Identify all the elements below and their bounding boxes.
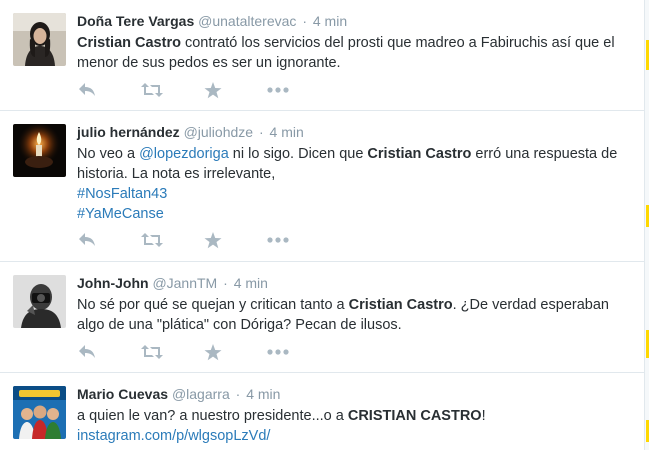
separator: · (235, 386, 241, 402)
text-fragment: ! (481, 408, 486, 424)
separator: · (302, 13, 307, 29)
author-name[interactable]: julio hernández (77, 124, 180, 140)
reply-button[interactable] (78, 231, 141, 249)
tweet-text: Cristian Castro contrató los servicios d… (77, 33, 627, 73)
more-icon (267, 87, 289, 93)
favorite-button[interactable] (204, 81, 267, 99)
tweet-header: julio hernández @juliohdze · 4 min (77, 123, 627, 141)
author-name[interactable]: John-John (77, 275, 149, 291)
mention-link[interactable]: @lopezdoriga (139, 146, 229, 162)
tweet-text: No veo a @lopezdoriga ni lo sigo. Dicen … (77, 144, 627, 224)
reply-button[interactable] (78, 81, 141, 99)
retweet-icon (141, 233, 163, 247)
tweet[interactable]: John-John @JannTM · 4 min No sé por qué … (0, 262, 645, 373)
favorite-icon (204, 81, 222, 98)
mention-bold: Cristian Castro (367, 146, 472, 162)
timestamp[interactable]: 4 min (234, 275, 268, 291)
mention-bold: CRISTIAN CASTRO (347, 408, 482, 424)
avatar[interactable] (13, 13, 66, 66)
mention-bold: Cristian Castro (348, 297, 453, 313)
author-username[interactable]: @juliohdze (184, 124, 253, 140)
text-fragment: No sé por qué se quejan y critican tanto… (77, 297, 349, 313)
external-link[interactable]: instagram.com/p/wlgsopLzVd/ (77, 426, 627, 446)
reply-icon (79, 233, 95, 246)
tweet-header: Doña Tere Vargas @unatalterevac · 4 min (77, 12, 627, 30)
hashtag-link[interactable]: #YaMeCanse (77, 204, 627, 224)
reply-button[interactable] (78, 343, 141, 361)
separator: · (258, 124, 264, 140)
favorite-button[interactable] (204, 343, 267, 361)
author-username[interactable]: @JannTM (152, 275, 217, 291)
timestamp[interactable]: 4 min (246, 386, 280, 402)
tweet-text: No sé por qué se quejan y critican tanto… (77, 295, 627, 335)
tweet[interactable]: julio hernández @juliohdze · 4 min No ve… (0, 111, 645, 262)
separator: · (223, 275, 228, 291)
hashtag-link[interactable]: #NosFaltan43 (77, 184, 627, 204)
tweet-actions (78, 81, 330, 99)
more-icon (267, 349, 289, 355)
avatar[interactable] (13, 386, 66, 439)
more-icon (267, 237, 289, 243)
author-name[interactable]: Mario Cuevas (77, 386, 168, 402)
tweet-text: a quien le van? a nuestro presidente...o… (77, 406, 627, 446)
tweet-header: Mario Cuevas @lagarra · 4 min (77, 385, 627, 403)
author-username[interactable]: @lagarra (172, 386, 230, 402)
retweet-button[interactable] (141, 81, 204, 99)
more-button[interactable] (267, 231, 330, 249)
timeline: Doña Tere Vargas @unatalterevac · 4 min … (0, 0, 645, 450)
retweet-button[interactable] (141, 231, 204, 249)
timestamp[interactable]: 4 min (313, 13, 347, 29)
tweet[interactable]: Doña Tere Vargas @unatalterevac · 4 min … (0, 0, 645, 111)
retweet-icon (141, 345, 163, 359)
more-button[interactable] (267, 343, 330, 361)
text-fragment: a quien le van? a nuestro presidente...o… (77, 408, 348, 424)
mention-bold: Cristian Castro (77, 35, 181, 51)
text-fragment: ni lo sigo. Dicen que (228, 146, 368, 162)
tweet-header: John-John @JannTM · 4 min (77, 274, 627, 292)
retweet-button[interactable] (141, 343, 204, 361)
retweet-icon (141, 83, 163, 97)
text-fragment: No veo a (77, 146, 140, 162)
favorite-icon (204, 231, 222, 248)
tweet[interactable]: Mario Cuevas @lagarra · 4 min a quien le… (0, 373, 645, 450)
timestamp[interactable]: 4 min (270, 124, 304, 140)
reply-icon (79, 83, 95, 96)
reply-icon (79, 345, 95, 358)
favorite-button[interactable] (204, 231, 267, 249)
author-name[interactable]: Doña Tere Vargas (77, 13, 194, 29)
avatar[interactable] (13, 275, 66, 328)
more-button[interactable] (267, 81, 330, 99)
favorite-icon (204, 343, 222, 360)
author-username[interactable]: @unatalterevac (198, 13, 296, 29)
tweet-actions (78, 231, 330, 249)
avatar[interactable] (13, 124, 66, 177)
tweet-actions (78, 343, 330, 361)
